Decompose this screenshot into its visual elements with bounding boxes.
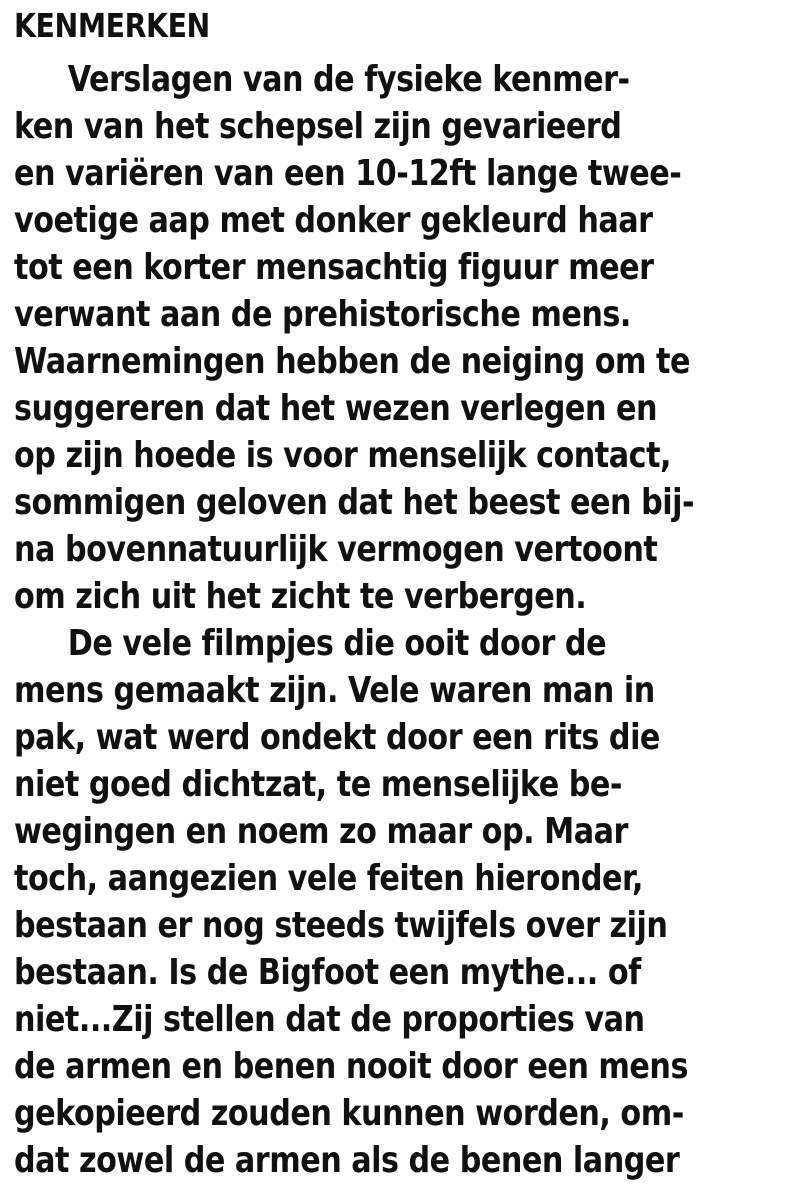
text-line: wegingen en noem zo maar op. Maar	[14, 811, 628, 852]
text-line: sommigen geloven dat het beest een bij-	[14, 482, 695, 523]
text-line: niet goed dichtzat, te menselijke be-	[14, 764, 622, 805]
text-line: dat zowel de armen als de benen langer	[14, 1140, 680, 1181]
text-line: mens gemaakt zijn. Vele waren man in	[14, 670, 655, 711]
text-line: De vele filmpjes die ooit door de	[67, 623, 607, 664]
text-line: bestaan. Is de Bigfoot een mythe... of	[14, 952, 641, 993]
text-line: Verslagen van de fysieke kenmer-	[67, 59, 630, 100]
text-line: en variëren van een 10-12ft lange twee-	[14, 153, 682, 194]
section-heading: KENMERKEN	[14, 6, 210, 45]
text-line: de armen en benen nooit door een mens	[14, 1046, 688, 1087]
text-line: voetige aap met donker gekleurd haar	[14, 200, 653, 241]
text-line: toch, aangezien vele feiten hieronder,	[14, 858, 643, 899]
document-page: KENMERKEN Verslagen van de fysieke kenme…	[0, 0, 800, 1181]
text-line: verwant aan de prehistorische mens.	[14, 294, 631, 335]
text-line: bestaan er nog steeds twijfels over zijn	[14, 905, 668, 946]
body-text: Verslagen van de fysieke kenmer- ken van…	[14, 56, 794, 1184]
text-line: tot een korter mensachtig figuur meer	[14, 247, 654, 288]
text-line: na bovennatuurlijk vermogen vertoont	[14, 529, 658, 570]
text-line: Waarnemingen hebben de neiging om te	[14, 341, 690, 382]
text-line: suggereren dat het wezen verlegen en	[14, 388, 658, 429]
text-line: gekopieerd zouden kunnen worden, om-	[14, 1093, 684, 1134]
text-line: op zijn hoede is voor menselijk contact,	[14, 435, 672, 476]
text-line: niet...Zij stellen dat de proporties van	[14, 999, 645, 1040]
text-line: om zich uit het zicht te verbergen.	[14, 576, 587, 617]
text-line: ken van het schepsel zijn gevarieerd	[14, 106, 622, 147]
text-line: pak, wat werd ondekt door een rits die	[14, 717, 660, 758]
